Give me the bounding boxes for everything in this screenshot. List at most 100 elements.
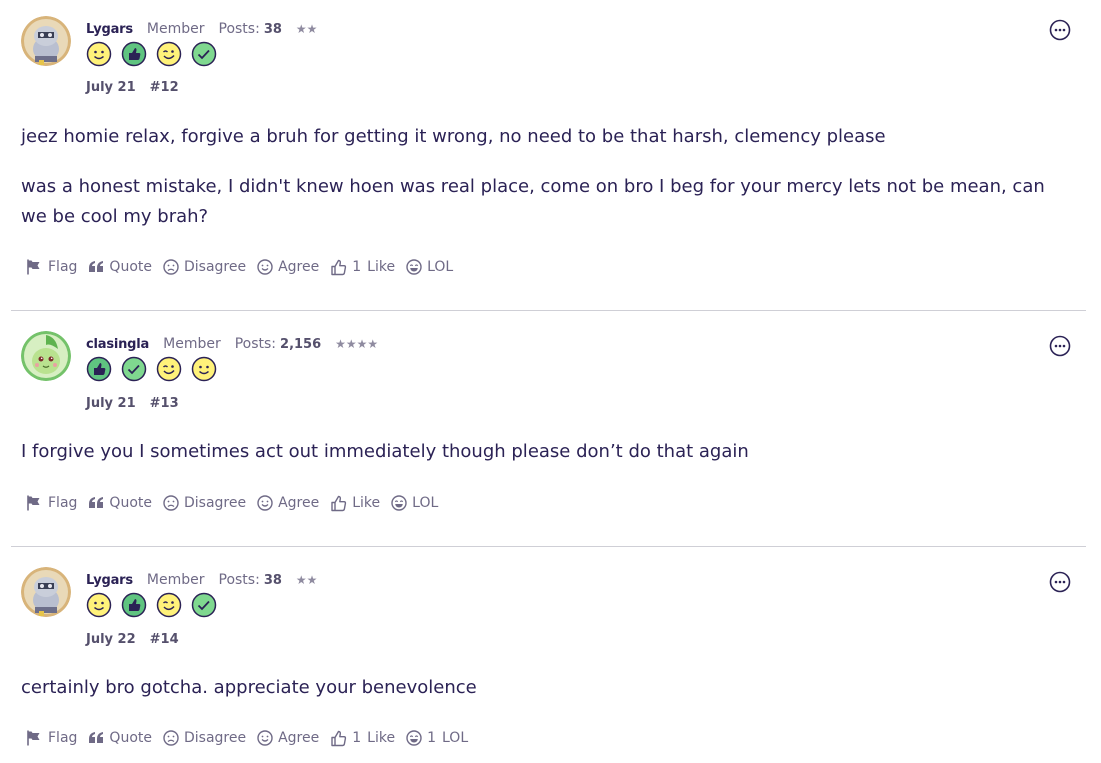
like-label: Like xyxy=(352,495,381,511)
lol-button[interactable]: 1 LOL xyxy=(406,730,468,746)
post-body: jeez homie relax, forgive a bruh for get… xyxy=(21,122,1061,252)
like-button[interactable]: 1 Like xyxy=(330,730,395,747)
post-13: clasingla Member Posts: 2,156 ★★★★ July … xyxy=(11,311,1086,547)
user-role: Member xyxy=(146,572,205,588)
badge-row xyxy=(86,592,217,618)
posts-count: 38 xyxy=(263,573,282,588)
quote-button[interactable]: Quote xyxy=(88,259,152,275)
like-icon xyxy=(331,259,347,275)
like-label: Like xyxy=(367,259,396,275)
rank-stars: ★★★★ xyxy=(335,337,379,351)
agree-icon xyxy=(257,259,273,275)
agree-label: Agree xyxy=(278,495,320,511)
check-badge-icon xyxy=(191,592,217,618)
username[interactable]: Lygars xyxy=(86,22,133,37)
like-icon xyxy=(331,730,347,746)
post-date[interactable]: July 22 xyxy=(86,632,136,647)
check-badge-icon xyxy=(121,356,147,382)
post-14: Lygars Member Posts: 38 ★★ July 22 #14 c… xyxy=(11,547,1086,763)
post-number[interactable]: #14 xyxy=(150,632,179,647)
agree-label: Agree xyxy=(278,730,320,746)
wink-badge-icon xyxy=(156,41,182,67)
smiley-badge-icon xyxy=(191,356,217,382)
post-date[interactable]: July 21 xyxy=(86,396,136,411)
badge-row xyxy=(86,41,217,67)
wink-badge-icon xyxy=(156,356,182,382)
post-12: Lygars Member Posts: 38 ★★ July 21 #12 j… xyxy=(11,0,1086,311)
badge-row xyxy=(86,356,217,382)
flag-icon xyxy=(27,495,40,511)
like-button[interactable]: 1 Like xyxy=(330,259,395,276)
thumbs-up-badge-icon xyxy=(121,41,147,67)
disagree-icon xyxy=(163,730,179,746)
thumbs-up-badge-icon xyxy=(86,356,112,382)
quote-label: Quote xyxy=(109,259,152,275)
post-options-icon[interactable] xyxy=(1049,19,1071,41)
flag-label: Flag xyxy=(48,495,78,511)
user-role: Member xyxy=(163,336,221,352)
flag-icon xyxy=(27,730,40,746)
disagree-icon xyxy=(163,495,179,511)
flag-label: Flag xyxy=(48,730,78,746)
username[interactable]: Lygars xyxy=(86,573,133,588)
lol-icon xyxy=(391,495,407,511)
username[interactable]: clasingla xyxy=(86,337,149,352)
agree-icon xyxy=(257,495,273,511)
lol-icon xyxy=(406,259,422,275)
post-meta: July 21 #12 xyxy=(86,80,179,95)
like-label: Like xyxy=(367,730,396,746)
lol-label: LOL xyxy=(427,259,454,275)
disagree-button[interactable]: Disagree xyxy=(163,730,246,746)
check-badge-icon xyxy=(191,41,217,67)
user-avatar[interactable] xyxy=(21,16,71,66)
disagree-label: Disagree xyxy=(183,730,247,746)
post-paragraph: was a honest mistake, I didn't knew hoen… xyxy=(21,176,1045,227)
posts-label: Posts: xyxy=(234,336,277,352)
lol-count: 1 xyxy=(427,730,436,746)
agree-label: Agree xyxy=(278,259,320,275)
disagree-icon xyxy=(163,259,179,275)
like-button[interactable]: Like xyxy=(330,495,380,512)
thumbs-up-badge-icon xyxy=(121,592,147,618)
post-options-icon[interactable] xyxy=(1049,335,1071,357)
posts-count: 2,156 xyxy=(280,337,322,352)
quote-icon xyxy=(89,261,104,272)
quote-button[interactable]: Quote xyxy=(88,730,152,746)
lol-button[interactable]: LOL xyxy=(406,259,453,275)
post-body: I forgive you I sometimes act out immedi… xyxy=(21,437,1061,487)
post-header: Lygars Member Posts: 38 ★★ xyxy=(86,572,317,588)
agree-button[interactable]: Agree xyxy=(257,259,319,275)
post-body: certainly bro gotcha. appreciate your be… xyxy=(21,673,1061,723)
quote-button[interactable]: Quote xyxy=(88,495,152,511)
lol-label: LOL xyxy=(412,495,439,511)
flag-button[interactable]: Flag xyxy=(25,258,77,276)
post-number[interactable]: #13 xyxy=(150,396,179,411)
user-avatar[interactable] xyxy=(21,567,71,617)
post-paragraph: I forgive you I sometimes act out immedi… xyxy=(21,441,749,462)
like-count: 1 xyxy=(352,259,362,275)
post-number[interactable]: #12 xyxy=(150,80,179,95)
post-actions: Flag Quote Disagree Agree 1 Like 1 LOL xyxy=(25,729,479,747)
posts-label: Posts: xyxy=(218,21,260,37)
flag-button[interactable]: Flag xyxy=(25,494,77,512)
post-options-icon[interactable] xyxy=(1049,571,1071,593)
agree-button[interactable]: Agree xyxy=(257,730,319,746)
disagree-label: Disagree xyxy=(183,259,247,275)
post-header: clasingla Member Posts: 2,156 ★★★★ xyxy=(86,336,378,352)
flag-label: Flag xyxy=(48,259,78,275)
post-actions: Flag Quote Disagree Agree 1 Like LOL xyxy=(25,258,464,276)
posts-label: Posts: xyxy=(218,572,260,588)
rank-stars: ★★ xyxy=(295,22,318,36)
lol-button[interactable]: LOL xyxy=(391,495,438,511)
post-date[interactable]: July 21 xyxy=(86,80,136,95)
disagree-label: Disagree xyxy=(183,495,247,511)
disagree-button[interactable]: Disagree xyxy=(163,259,246,275)
post-meta: July 21 #13 xyxy=(86,396,179,411)
user-avatar[interactable] xyxy=(21,331,71,381)
disagree-button[interactable]: Disagree xyxy=(163,495,246,511)
quote-icon xyxy=(89,732,104,743)
flag-button[interactable]: Flag xyxy=(25,729,77,747)
like-count: 1 xyxy=(352,730,362,746)
agree-button[interactable]: Agree xyxy=(257,495,319,511)
lol-label: LOL xyxy=(442,730,469,746)
